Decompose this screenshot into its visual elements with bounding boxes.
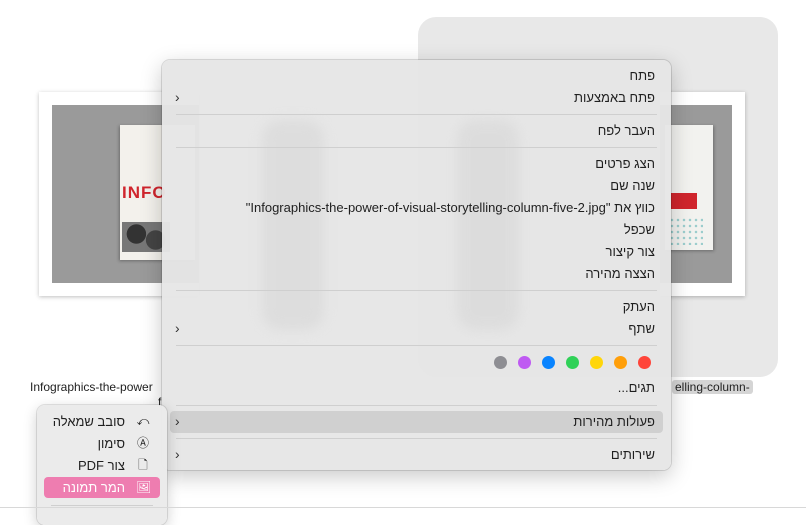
image-convert-icon: 🖼 [136, 480, 152, 494]
menu-item-quick-actions[interactable]: פעולות מהירות ‹ [170, 411, 663, 433]
menu-item-rename[interactable]: שנה שם [170, 175, 663, 197]
submenu-item-label: המר תמונה [62, 480, 125, 495]
menu-item-label: פתח באמצעות [574, 90, 655, 105]
menu-item-label: כווץ את "Infographics-the-power-of-visua… [245, 200, 655, 215]
menu-item-label: שתף [628, 321, 655, 336]
tag-blue-dot[interactable] [542, 356, 555, 369]
window-bottom-border [0, 507, 806, 508]
submenu-item-rotate-left[interactable]: סובב שמאלה ⤺ [44, 411, 160, 432]
menu-item-label: העתק [622, 299, 655, 314]
chevron-right-icon: ‹ [175, 413, 180, 429]
book-pattern [669, 217, 703, 245]
tag-gray-dot[interactable] [494, 356, 507, 369]
menu-item-services[interactable]: שירותים ‹ [170, 444, 663, 466]
menu-item-make-alias[interactable]: צור קיצור [170, 241, 663, 263]
submenu-item-markup[interactable]: סימון Ⓐ [44, 433, 160, 454]
book-cover-title: INFO [122, 183, 167, 202]
menu-item-get-info[interactable]: הצג פרטים [170, 153, 663, 175]
markup-pen-icon: Ⓐ [136, 436, 149, 450]
submenu-item-label: סובב שמאלה [52, 414, 125, 429]
submenu-item-convert-image[interactable]: המר תמונה 🖼 [44, 477, 160, 498]
menu-item-label: הצצה מהירה [585, 266, 655, 281]
chevron-right-icon: ‹ [175, 446, 180, 462]
menu-item-label: שירותים [610, 447, 655, 462]
menu-item-label: העבר לפח [597, 123, 655, 138]
rotate-left-icon: ⤺ [136, 414, 150, 428]
context-menu: פתח פתח באמצעות ‹ העבר לפח הצג פרטים שנה… [162, 60, 671, 470]
menu-separator [176, 438, 657, 439]
tag-purple-dot[interactable] [518, 356, 531, 369]
submenu-item-create-pdf[interactable]: צור PDF 🗋 [44, 455, 160, 476]
menu-item-label: תגים... [617, 380, 655, 395]
document-icon: 🗋 [138, 458, 148, 472]
file-thumbnail-right[interactable] [660, 92, 745, 296]
chevron-right-icon: ‹ [175, 89, 180, 105]
menu-separator [176, 114, 657, 115]
book-open-image [665, 125, 713, 250]
menu-item-label: שנה שם [610, 178, 655, 193]
menu-item-share[interactable]: שתף ‹ [170, 318, 663, 340]
menu-item-move-to-trash[interactable]: העבר לפח [170, 120, 663, 142]
menu-item-open-with[interactable]: פתח באמצעות ‹ [170, 87, 663, 109]
menu-separator [176, 147, 657, 148]
submenu-item-label: סימון [97, 436, 125, 451]
menu-item-open[interactable]: פתח [170, 65, 663, 87]
tag-green-dot[interactable] [566, 356, 579, 369]
menu-item-label: שכפל [623, 222, 655, 237]
menu-separator [176, 405, 657, 406]
tag-red-dot[interactable] [638, 356, 651, 369]
submenu-separator [51, 505, 153, 506]
chevron-right-icon: ‹ [175, 320, 180, 336]
menu-item-label: צור קיצור [605, 244, 655, 259]
menu-item-label: הצג פרטים [595, 156, 655, 171]
menu-item-quick-look[interactable]: הצצה מהירה [170, 263, 663, 285]
menu-item-label: פתח [629, 68, 655, 83]
menu-item-label: פעולות מהירות [573, 414, 655, 429]
menu-separator [176, 345, 657, 346]
menu-item-tags[interactable]: תגים... [170, 377, 663, 399]
menu-item-compress[interactable]: כווץ את "Infographics-the-power-of-visua… [170, 197, 663, 219]
tag-orange-dot[interactable] [614, 356, 627, 369]
file-name-right-selected[interactable]: elling-column- [672, 380, 753, 394]
menu-item-copy[interactable]: העתק [170, 296, 663, 318]
file-name-left[interactable]: Infographics-the-power [30, 380, 153, 394]
menu-item-duplicate[interactable]: שכפל [170, 219, 663, 241]
book-illustration [671, 193, 697, 209]
submenu-item-label: צור PDF [77, 458, 125, 473]
tag-yellow-dot[interactable] [590, 356, 603, 369]
menu-separator [176, 290, 657, 291]
